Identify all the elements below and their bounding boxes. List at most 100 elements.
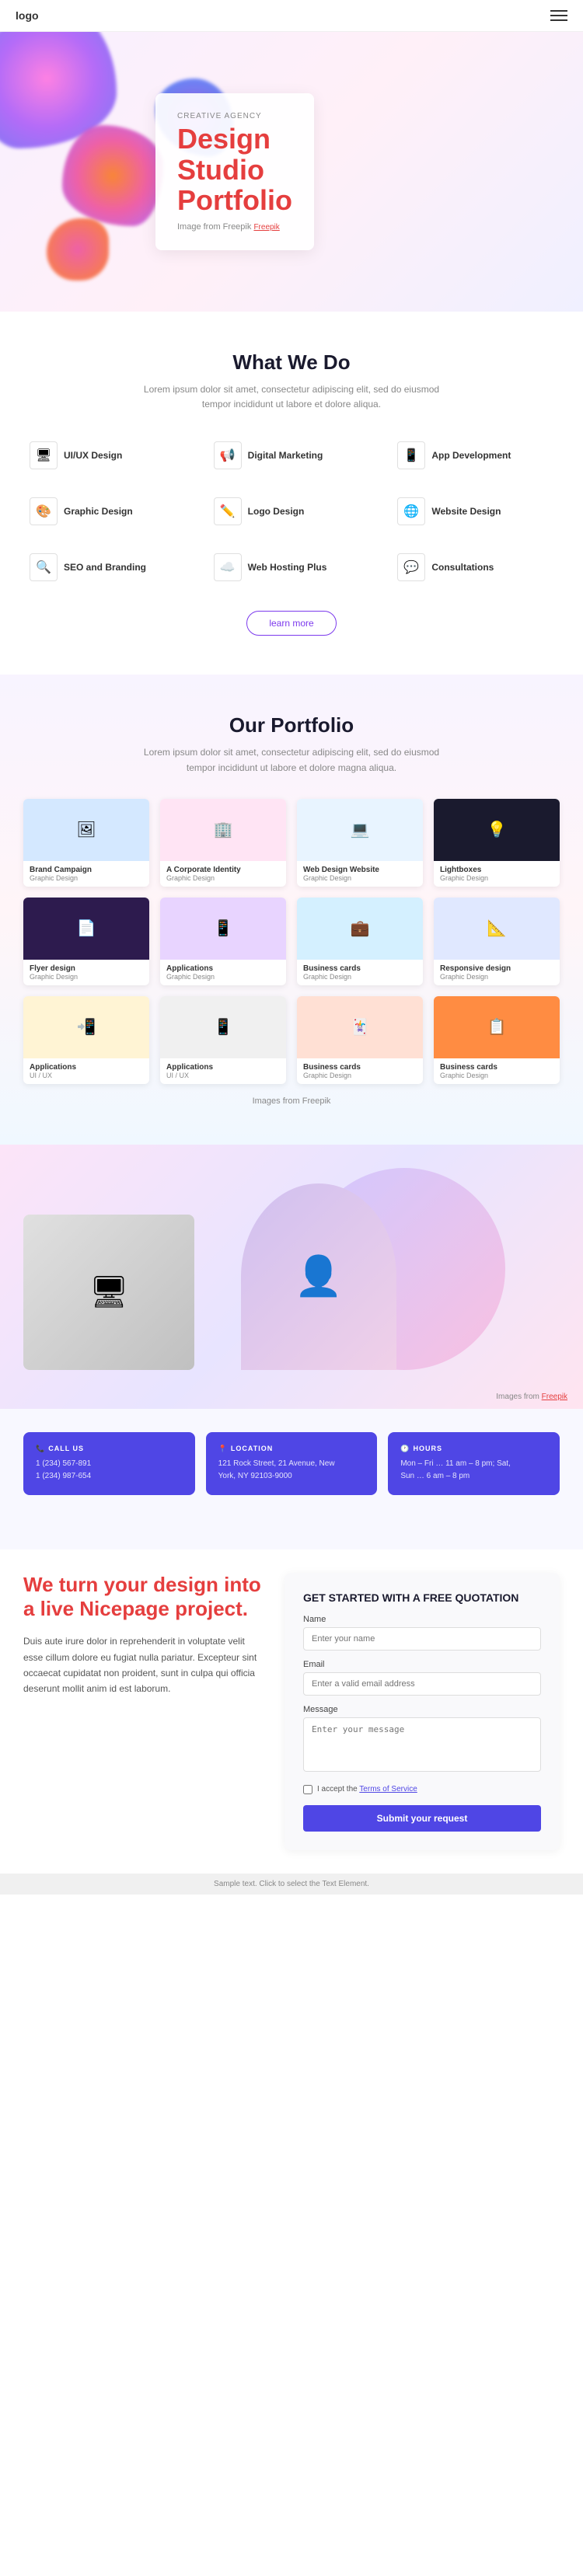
blob-2 <box>62 125 163 226</box>
service-icon: 🖥 <box>30 441 58 469</box>
terms-link[interactable]: Terms of Service <box>359 1785 417 1793</box>
hamburger-menu[interactable] <box>550 10 567 21</box>
contact-icon: 🕐 <box>400 1445 410 1453</box>
portfolio-title: Business cards <box>303 1063 417 1072</box>
service-icon: 🎨 <box>30 497 58 525</box>
portfolio-thumb: 💡 <box>434 799 560 861</box>
portfolio-thumb: 📐 <box>434 898 560 960</box>
email-input[interactable] <box>303 1672 541 1696</box>
portfolio-category: UI / UX <box>166 1072 280 1079</box>
hero-section: CREATIVE AGENCY Design Studio Portfolio … <box>0 32 583 312</box>
portfolio-info: Lightboxes Graphic Design <box>434 861 560 887</box>
portfolio-thumb: 🏢 <box>160 799 286 861</box>
terms-checkbox[interactable] <box>303 1785 312 1794</box>
portfolio-thumb: 📋 <box>434 996 560 1058</box>
contact-icon: 📞 <box>36 1445 45 1453</box>
what-we-do-subtitle: Lorem ipsum dolor sit amet, consectetur … <box>136 382 447 412</box>
service-name: Digital Marketing <box>248 450 323 461</box>
portfolio-title: Applications <box>166 1063 280 1072</box>
portfolio-item[interactable]: 📱 Applications UI / UX <box>160 996 286 1084</box>
message-input[interactable] <box>303 1717 541 1772</box>
form-title: GET STARTED WITH A FREE QUOTATION <box>303 1591 541 1604</box>
portfolio-info: Business cards Graphic Design <box>297 1058 423 1084</box>
service-item: 🔍 SEO and Branding <box>23 547 192 587</box>
services-grid: 🖥 UI/UX Design 📢 Digital Marketing 📱 App… <box>23 435 560 587</box>
about-section: 🖥 👤 Images from Freepik <box>0 1145 583 1409</box>
about-note: Images from Freepik <box>496 1393 567 1401</box>
name-input[interactable] <box>303 1627 541 1651</box>
portfolio-category: Graphic Design <box>166 874 280 882</box>
service-item: 🖥 UI/UX Design <box>23 435 192 476</box>
hero-card: CREATIVE AGENCY Design Studio Portfolio … <box>155 93 314 250</box>
checkbox-row: I accept the Terms of Service <box>303 1785 541 1794</box>
portfolio-thumb: 💻 <box>297 799 423 861</box>
portfolio-category: UI / UX <box>30 1072 143 1079</box>
contact-card: 📍 LOCATION 121 Rock Street, 21 Avenue, N… <box>206 1432 378 1495</box>
portfolio-thumb: 📄 <box>23 898 149 960</box>
portfolio-item[interactable]: 📋 Business cards Graphic Design <box>434 996 560 1084</box>
contact-icon: 📍 <box>218 1445 228 1453</box>
service-item: ☁️ Web Hosting Plus <box>208 547 376 587</box>
logo: logo <box>16 9 39 22</box>
form-left-text: Duis aute irure dolor in reprehenderit i… <box>23 1633 261 1697</box>
portfolio-info: Responsive design Graphic Design <box>434 960 560 985</box>
portfolio-title: Flyer design <box>30 964 143 973</box>
service-item: 🎨 Graphic Design <box>23 491 192 532</box>
portfolio-title: Brand Campaign <box>30 866 143 874</box>
about-desk-image: 🖥 <box>23 1215 194 1370</box>
portfolio-item[interactable]: 💻 Web Design Website Graphic Design <box>297 799 423 887</box>
submit-button[interactable]: Submit your request <box>303 1805 541 1832</box>
portfolio-title: Responsive design <box>440 964 553 973</box>
portfolio-info: Business cards Graphic Design <box>297 960 423 985</box>
portfolio-item[interactable]: 📲 Applications UI / UX <box>23 996 149 1084</box>
portfolio-thumb: 💼 <box>297 898 423 960</box>
portfolio-category: Graphic Design <box>440 1072 553 1079</box>
portfolio-thumb: 📱 <box>160 996 286 1058</box>
service-item: 📢 Digital Marketing <box>208 435 376 476</box>
portfolio-item[interactable]: 📄 Flyer design Graphic Design <box>23 898 149 985</box>
contact-card-title: 📞 CALL US <box>36 1445 183 1453</box>
form-section: We turn your design into a live Nicepage… <box>0 1549 583 1874</box>
freepik-link[interactable]: Freepik <box>253 223 279 232</box>
form-left-title: We turn your design into a live Nicepage… <box>23 1573 261 1621</box>
what-we-do-section: What We Do Lorem ipsum dolor sit amet, c… <box>0 312 583 675</box>
service-name: Logo Design <box>248 506 305 517</box>
portfolio-thumb: 🖼 <box>23 799 149 861</box>
portfolio-item[interactable]: 📱 Applications Graphic Design <box>160 898 286 985</box>
portfolio-item[interactable]: 🏢 A Corporate Identity Graphic Design <box>160 799 286 887</box>
form-left: We turn your design into a live Nicepage… <box>23 1573 261 1697</box>
hero-label: CREATIVE AGENCY <box>177 112 292 120</box>
portfolio-info: Applications UI / UX <box>23 1058 149 1084</box>
portfolio-thumb: 🃏 <box>297 996 423 1058</box>
portfolio-item[interactable]: 🖼 Brand Campaign Graphic Design <box>23 799 149 887</box>
portfolio-category: Graphic Design <box>440 874 553 882</box>
portfolio-item[interactable]: 📐 Responsive design Graphic Design <box>434 898 560 985</box>
contact-cards: 📞 CALL US 1 (234) 567-8911 (234) 987-654… <box>23 1432 560 1495</box>
contact-section: 📞 CALL US 1 (234) 567-8911 (234) 987-654… <box>0 1409 583 1549</box>
email-label: Email <box>303 1660 541 1669</box>
portfolio-item[interactable]: 💡 Lightboxes Graphic Design <box>434 799 560 887</box>
portfolio-title: Lightboxes <box>440 866 553 874</box>
portfolio-item[interactable]: 🃏 Business cards Graphic Design <box>297 996 423 1084</box>
contact-card-text: 121 Rock Street, 21 Avenue, NewYork, NY … <box>218 1458 365 1483</box>
portfolio-info: Applications UI / UX <box>160 1058 286 1084</box>
freepik-link-about[interactable]: Freepik <box>542 1393 567 1401</box>
contact-card-text: Mon – Fri … 11 am – 8 pm; Sat,Sun … 6 am… <box>400 1458 547 1483</box>
portfolio-info: Web Design Website Graphic Design <box>297 861 423 887</box>
portfolio-category: Graphic Design <box>303 874 417 882</box>
service-name: SEO and Branding <box>64 562 146 573</box>
service-name: Consultations <box>431 562 494 573</box>
about-person-image: 👤 <box>241 1183 396 1370</box>
service-icon: 📢 <box>214 441 242 469</box>
service-icon: 🔍 <box>30 553 58 581</box>
portfolio-category: Graphic Design <box>303 973 417 981</box>
service-name: UI/UX Design <box>64 450 122 461</box>
portfolio-title: Applications <box>166 964 280 973</box>
hero-image-note: Image from Freepik Freepik <box>177 222 292 232</box>
portfolio-item[interactable]: 💼 Business cards Graphic Design <box>297 898 423 985</box>
portfolio-category: Graphic Design <box>30 874 143 882</box>
portfolio-title: Web Design Website <box>303 866 417 874</box>
service-name: Graphic Design <box>64 506 133 517</box>
service-icon: 📱 <box>397 441 425 469</box>
learn-more-button[interactable]: learn more <box>246 611 336 636</box>
